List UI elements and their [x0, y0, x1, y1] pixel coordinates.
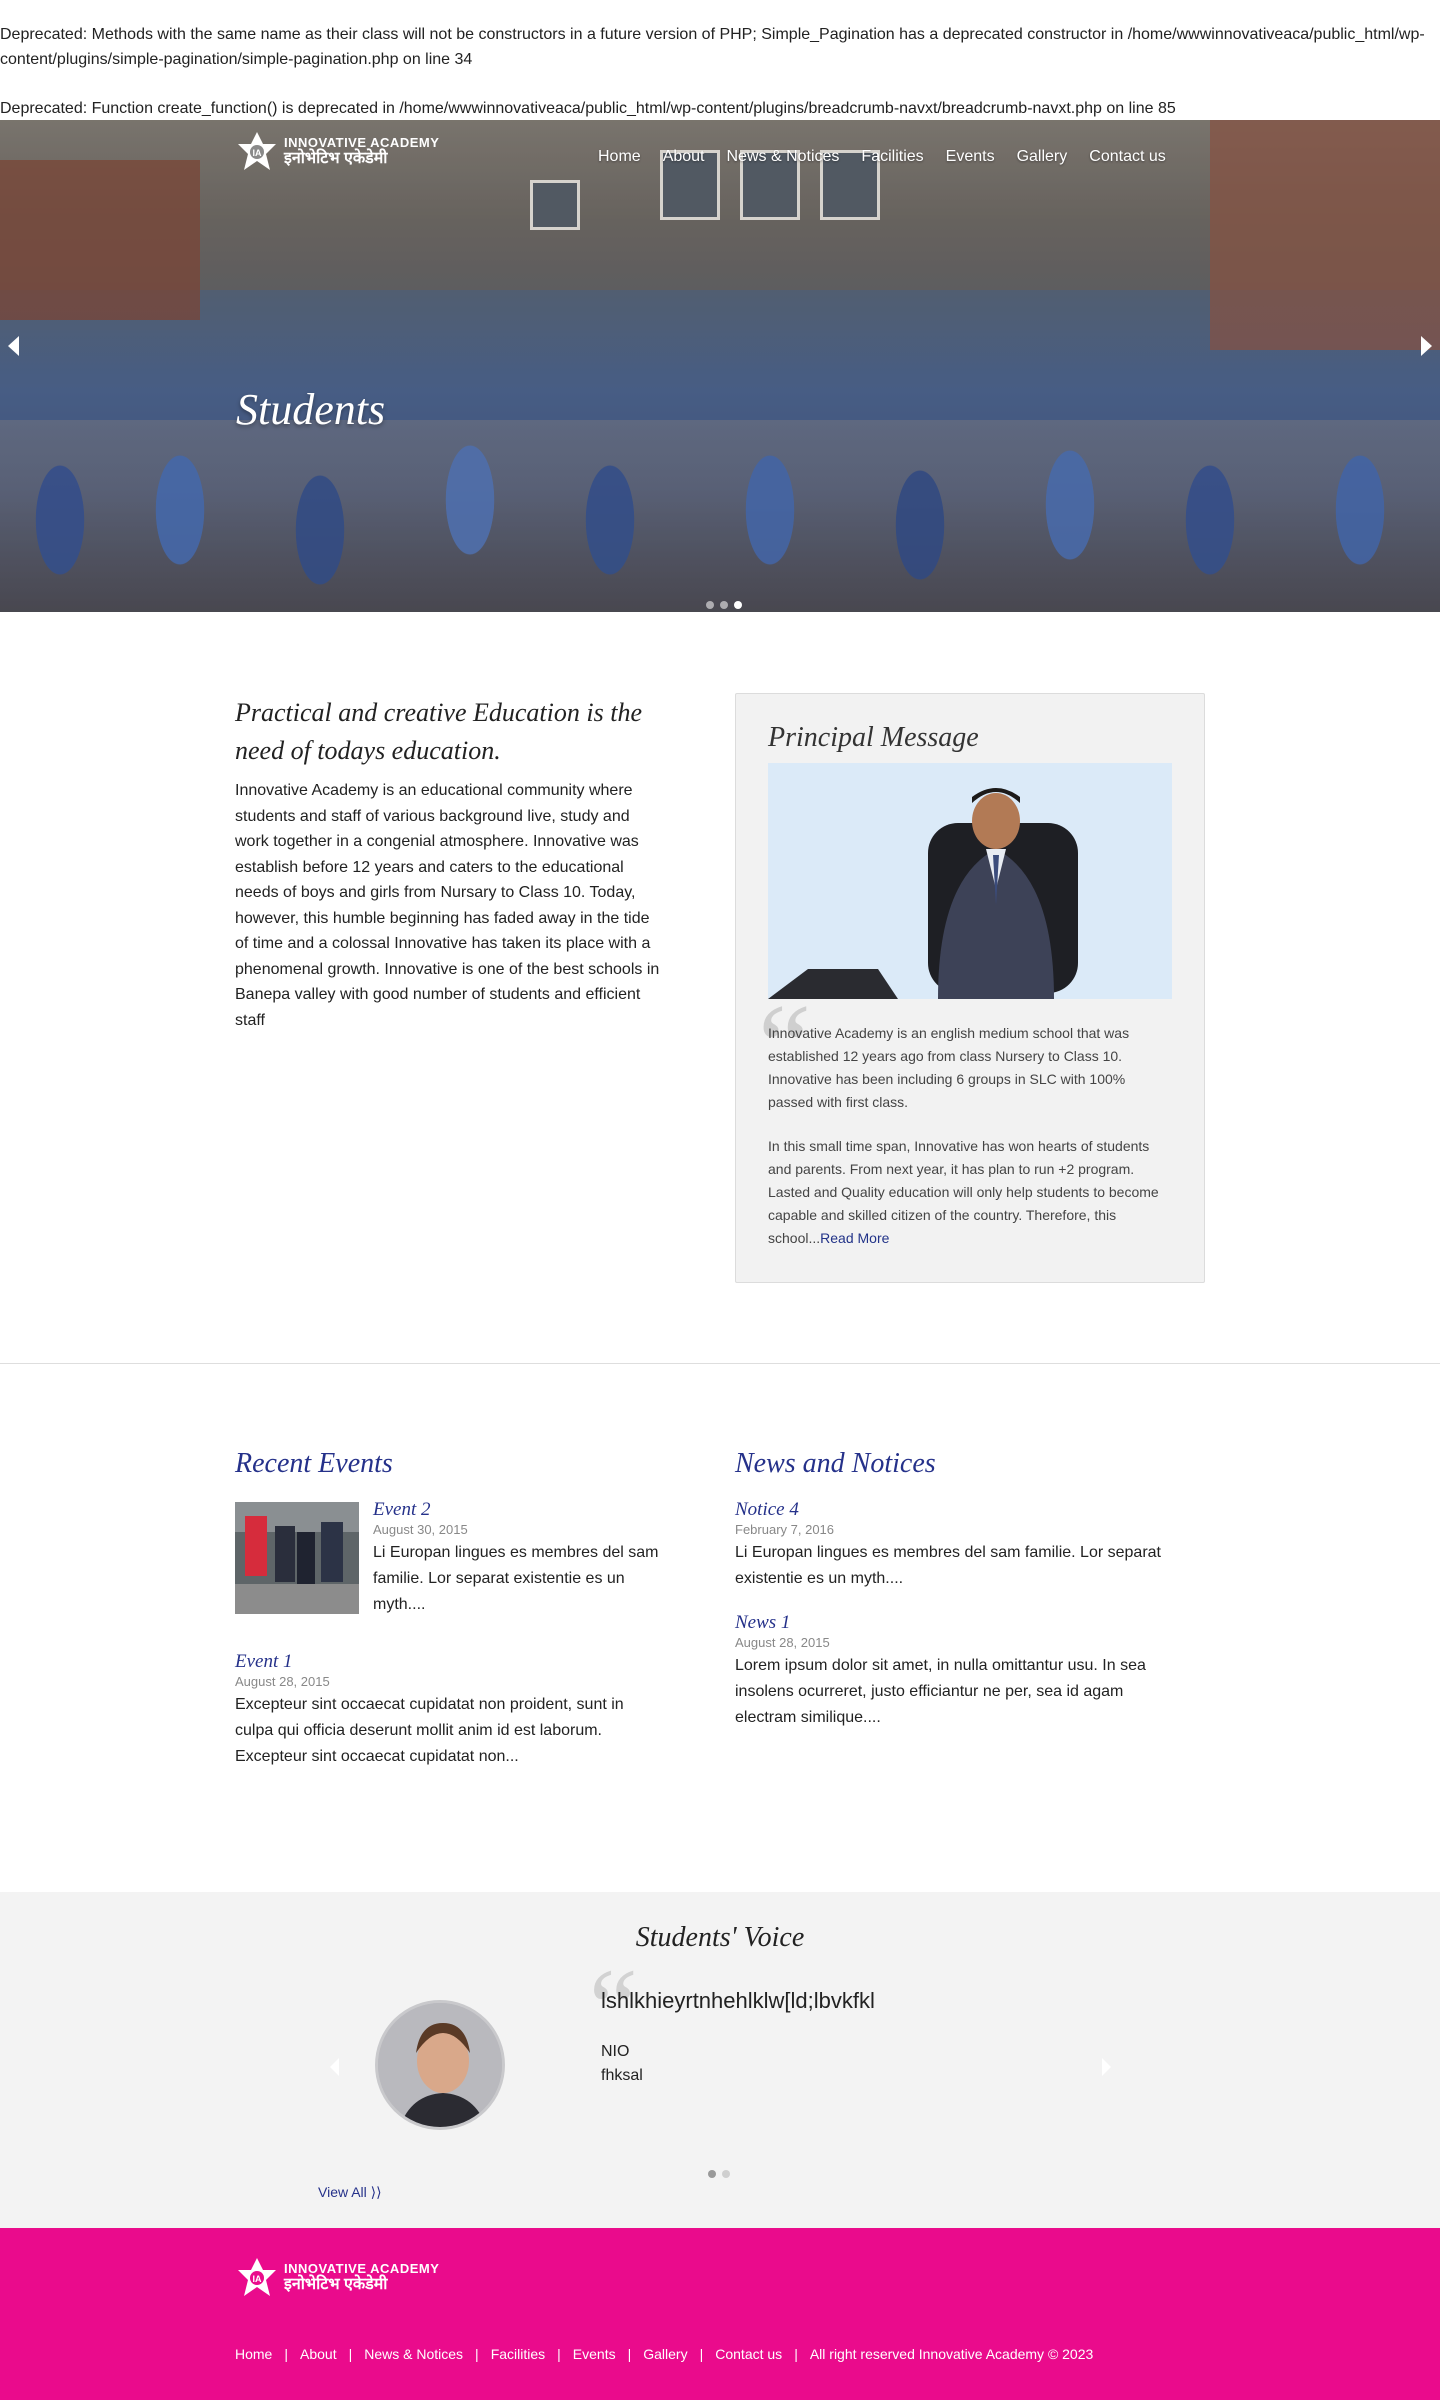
event-excerpt: Li Europan lingues es membres del sam fa… [373, 1544, 659, 1613]
footer-link-facilities[interactable]: Facilities [491, 2346, 545, 2362]
view-all-link[interactable]: View All ⟩⟩ [318, 2184, 382, 2201]
svg-text:IA: IA [253, 148, 263, 158]
read-more-link[interactable]: Read More [820, 1230, 889, 1246]
news-notices-heading: News and Notices [735, 1448, 936, 1479]
brand-name-np: इनोभेटिभ एकेडेमी [284, 150, 388, 168]
event-date: August 28, 2015 [235, 1674, 330, 1689]
news-excerpt: Lorem ipsum dolor sit amet, in nulla omi… [735, 1657, 1146, 1726]
slider-next-arrow-icon[interactable] [1421, 336, 1432, 356]
nav-about[interactable]: About [663, 148, 705, 166]
event-item: Event 2 August 30, 2015 Li Europan lingu… [373, 1500, 665, 1618]
event-excerpt: Excepteur sint occaecat cupidatat non pr… [235, 1696, 624, 1765]
intro-section: Practical and creative Education is the … [235, 694, 665, 1033]
slider-dot[interactable] [720, 601, 728, 609]
news-date: August 28, 2015 [735, 1635, 830, 1650]
nav-home[interactable]: Home [598, 148, 641, 166]
nav-facilities[interactable]: Facilities [861, 148, 923, 166]
nav-news-notices[interactable]: News & Notices [727, 148, 840, 166]
event-title[interactable]: Event 2 [373, 1500, 665, 1520]
intro-heading: Practical and creative Education is the … [235, 698, 642, 765]
footer-logo[interactable]: IA INNOVATIVE ACADEMY इनोभेटिभ एकेडेमी [236, 2256, 439, 2300]
voice-next-arrow-icon[interactable] [1102, 2058, 1111, 2076]
student-avatar [375, 2000, 505, 2130]
php-deprecation-warning: Deprecated: Methods with the same name a… [0, 26, 1425, 68]
slider-pagination [706, 601, 742, 609]
intro-body: Innovative Academy is an educational com… [235, 782, 660, 1029]
principal-message-box: Principal Message “ Innovative Academy i… [735, 693, 1205, 1283]
hero-slider [0, 120, 1440, 612]
voice-dot[interactable] [722, 2170, 730, 2178]
principal-title: Principal Message [768, 722, 979, 753]
event-item: Event 1 August 28, 2015 Excepteur sint o… [235, 1652, 665, 1770]
recent-events-heading: Recent Events [235, 1448, 393, 1479]
event-date: August 30, 2015 [373, 1522, 468, 1537]
event-title[interactable]: Event 1 [235, 1652, 665, 1672]
footer-link-events[interactable]: Events [573, 2346, 616, 2362]
testimonial-text: lshlkhieyrtnhehlklw[ld;lbvkfkl [601, 1988, 875, 2013]
main-nav: Home About News & Notices Facilities Eve… [598, 148, 1188, 166]
students-voice-heading: Students' Voice [635, 1922, 805, 1953]
nav-gallery[interactable]: Gallery [1017, 148, 1068, 166]
section-divider [0, 1363, 1440, 1364]
brand-name-en: INNOVATIVE ACADEMY [284, 2261, 440, 2277]
academy-emblem-icon: IA [238, 132, 276, 170]
news-date: February 7, 2016 [735, 1522, 835, 1537]
svg-text:IA: IA [253, 2274, 263, 2284]
voice-pagination [708, 2170, 730, 2178]
slider-dot[interactable] [706, 601, 714, 609]
copyright-text: All right reserved Innovative Academy © … [809, 2346, 1094, 2362]
news-title[interactable]: News 1 [735, 1613, 1175, 1633]
brand-name-np: इनोभेटिभ एकेडेमी [284, 2276, 388, 2294]
event-thumbnail[interactable] [235, 1502, 359, 1614]
academy-emblem-icon: IA [238, 2258, 276, 2296]
nav-events[interactable]: Events [946, 148, 995, 166]
footer-link-home[interactable]: Home [235, 2346, 272, 2362]
footer-link-news-notices[interactable]: News & Notices [364, 2346, 463, 2362]
author-detail: fhksal [601, 2067, 643, 2084]
testimonial-author: NIO fhksal [601, 2040, 643, 2088]
author-name: NIO [601, 2043, 630, 2060]
footer-link-gallery[interactable]: Gallery [643, 2346, 687, 2362]
news-item: News 1 August 28, 2015 Lorem ipsum dolor… [735, 1613, 1175, 1731]
slider-prev-arrow-icon[interactable] [8, 336, 19, 356]
news-item: Notice 4 February 7, 2016 Li Europan lin… [735, 1500, 1175, 1592]
php-deprecation-warning: Deprecated: Function create_function() i… [0, 100, 1176, 117]
principal-message: Innovative Academy is an english medium … [768, 1022, 1172, 1250]
nav-contact[interactable]: Contact us [1089, 148, 1165, 166]
principal-para: Innovative Academy is an english medium … [768, 1025, 1130, 1110]
slider-dot-active[interactable] [734, 601, 742, 609]
voice-prev-arrow-icon[interactable] [330, 2058, 339, 2076]
voice-dot-active[interactable] [708, 2170, 716, 2178]
site-footer: IA INNOVATIVE ACADEMY इनोभेटिभ एकेडेमी H… [0, 2228, 1440, 2400]
footer-nav: Home | About | News & Notices | Facilities |… [235, 2346, 1094, 2362]
footer-link-about[interactable]: About [300, 2346, 337, 2362]
slide-caption: Students [236, 385, 386, 434]
news-title[interactable]: Notice 4 [735, 1500, 1175, 1520]
news-excerpt: Li Europan lingues es membres del sam fa… [735, 1544, 1161, 1587]
students-voice-section: Students' Voice “ lshlkhieyrtnhehlklw[ld… [0, 1892, 1440, 2228]
site-logo[interactable]: IA INNOVATIVE ACADEMY इनोभेटिभ एकेडेमी [236, 130, 439, 174]
principal-photo [768, 763, 1172, 999]
footer-link-contact[interactable]: Contact us [715, 2346, 782, 2362]
brand-name-en: INNOVATIVE ACADEMY [284, 135, 440, 151]
